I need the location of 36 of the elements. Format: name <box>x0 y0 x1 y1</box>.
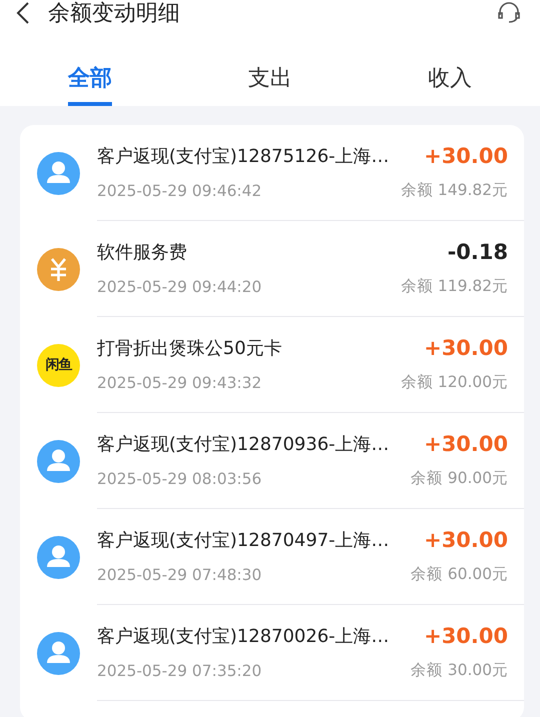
avatar-icon <box>37 632 80 674</box>
amount: -0.18 <box>447 240 508 264</box>
balance: 余额 60.00元 <box>410 564 508 585</box>
amount: +30.00 <box>424 528 508 552</box>
amount: +30.00 <box>424 624 508 648</box>
amount: +30.00 <box>424 144 508 168</box>
timestamp: 2025-05-29 07:35:20 <box>97 662 262 680</box>
headset-icon[interactable] <box>496 1 522 25</box>
balance: 余额 90.00元 <box>410 468 508 489</box>
transaction-title: 客户返现(支付宝)12875126-上海… <box>97 145 390 168</box>
transaction-title: 客户返现(支付宝)12870026-上海… <box>97 625 390 648</box>
page-title: 余额变动明细 <box>48 0 181 28</box>
timestamp: 2025-05-29 08:03:56 <box>97 470 262 488</box>
balance: 余额 149.82元 <box>400 180 508 201</box>
avatar-icon <box>37 440 80 482</box>
transaction-title: 软件服务费 <box>97 241 187 264</box>
timestamp: 2025-05-29 09:46:42 <box>97 182 262 200</box>
balance: 余额 30.00元 <box>410 660 508 681</box>
back-icon[interactable] <box>16 1 30 25</box>
app-logo: 闲鱼 <box>37 344 80 386</box>
avatar-icon <box>37 152 80 194</box>
yuan-icon <box>37 248 80 290</box>
avatar-icon <box>37 536 80 578</box>
timestamp: 2025-05-29 07:48:30 <box>97 566 262 584</box>
tab[interactable]: 收入 <box>360 28 540 106</box>
transaction-title: 打骨折出煲珠公50元卡 <box>97 337 282 360</box>
transaction-title: 客户返现(支付宝)12870936-上海… <box>97 433 390 456</box>
timestamp: 2025-05-29 09:44:20 <box>97 278 262 296</box>
amount: +30.00 <box>424 336 508 360</box>
timestamp: 2025-05-29 09:43:32 <box>97 374 262 392</box>
tab[interactable]: 全部 <box>0 28 180 106</box>
balance: 余额 120.00元 <box>400 372 508 393</box>
balance: 余额 119.82元 <box>400 276 508 297</box>
transaction-title: 客户返现(支付宝)12870497-上海… <box>97 529 390 552</box>
tab[interactable]: 支出 <box>180 28 360 106</box>
amount: +30.00 <box>424 432 508 456</box>
